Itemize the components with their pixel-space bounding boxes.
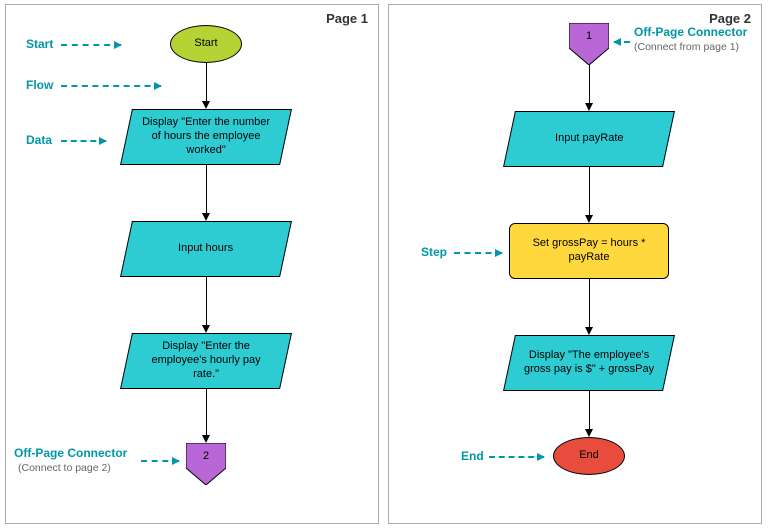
arrow-2-head — [202, 213, 210, 221]
offpage-connector-in: 1 — [569, 23, 609, 65]
arrow-2 — [206, 165, 207, 215]
offpage-connector-out: 2 — [186, 443, 226, 485]
anno-start: Start — [26, 37, 53, 51]
arrow-3-head — [202, 325, 210, 333]
d5-text: Display "The employee's gross pay is $" … — [510, 345, 668, 381]
data-display-enter-rate: Display "Enter the employee's hourly pay… — [120, 333, 292, 389]
arrow-4-head — [202, 435, 210, 443]
offpage-in-label: 1 — [569, 30, 609, 42]
anno-offpage1-arrow — [141, 460, 179, 462]
arrow-3 — [206, 277, 207, 327]
arrow-6-head — [585, 215, 593, 223]
anno-offpage1: Off-Page Connector — [14, 446, 127, 460]
anno-step-arrow — [454, 252, 502, 254]
arrow-8 — [589, 391, 590, 431]
end-terminal: End — [553, 437, 625, 475]
data-input-hours: Input hours — [120, 221, 292, 277]
page-2-title: Page 2 — [709, 11, 751, 26]
start-label: Start — [194, 37, 217, 51]
arrow-5 — [589, 65, 590, 105]
anno-offpage2-arrow — [614, 41, 630, 43]
step1-text: Set grossPay = hours * payRate — [510, 233, 668, 269]
step-set-grosspay: Set grossPay = hours * payRate — [509, 223, 669, 279]
anno-data-arrow — [61, 140, 106, 142]
start-terminal: Start — [170, 25, 242, 63]
arrow-7-head — [585, 327, 593, 335]
d2-text: Input hours — [168, 238, 243, 260]
page-1-title: Page 1 — [326, 11, 368, 26]
arrow-1-head — [202, 101, 210, 109]
data-display-grosspay: Display "The employee's gross pay is $" … — [503, 335, 675, 391]
anno-offpage2-sub: (Connect from page 1) — [634, 41, 739, 53]
d4-text: Input payRate — [545, 128, 634, 150]
end-label: End — [579, 449, 599, 463]
anno-start-arrow — [61, 44, 121, 46]
anno-end-arrow — [489, 456, 544, 458]
arrow-6 — [589, 167, 590, 217]
anno-step: Step — [421, 245, 447, 259]
page-1-panel: Page 1 Start Display "Enter the number o… — [5, 4, 379, 524]
data-input-payrate: Input payRate — [503, 111, 675, 167]
anno-data: Data — [26, 133, 52, 147]
page-2-panel: Page 2 1 Input payRate Set grossPay = ho… — [388, 4, 762, 524]
arrow-1 — [206, 63, 207, 103]
anno-end: End — [461, 449, 484, 463]
arrow-4 — [206, 389, 207, 437]
anno-offpage1-sub: (Connect to page 2) — [18, 462, 111, 474]
offpage-out-label: 2 — [186, 450, 226, 462]
arrow-7 — [589, 279, 590, 329]
anno-flow-arrow — [61, 85, 161, 87]
anno-flow: Flow — [26, 78, 53, 92]
arrow-8-head — [585, 429, 593, 437]
anno-offpage2: Off-Page Connector — [634, 25, 747, 39]
d1-text: Display "Enter the number of hours the e… — [127, 112, 285, 161]
arrow-5-head — [585, 103, 593, 111]
data-display-enter-hours: Display "Enter the number of hours the e… — [120, 109, 292, 165]
d3-text: Display "Enter the employee's hourly pay… — [127, 336, 285, 385]
